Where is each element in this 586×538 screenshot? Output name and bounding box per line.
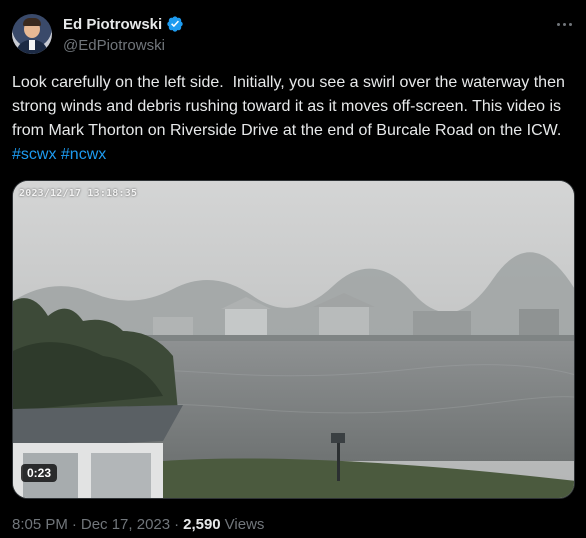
meta-separator-2: · xyxy=(174,516,180,533)
author-avatar[interactable] xyxy=(12,14,52,54)
views-label[interactable]: Views xyxy=(225,516,265,533)
tweet-meta: 8:05 PM · Dec 17, 2023 · 2,590 Views xyxy=(12,516,264,533)
tweet-card: Ed Piotrowski @EdPiotrowski Look careful… xyxy=(0,0,586,538)
camera-timestamp: 2023/12/17 13:18:35 xyxy=(19,188,138,199)
video-duration-badge: 0:23 xyxy=(21,464,58,482)
post-date[interactable]: Dec 17, 2023 xyxy=(81,516,170,533)
views-count[interactable]: 2,590 xyxy=(183,516,221,533)
author-display-name[interactable]: Ed Piotrowski xyxy=(63,16,162,33)
verified-badge-icon xyxy=(167,16,183,32)
hashtag-scwx[interactable]: #scwx xyxy=(12,146,56,163)
video-frame-image xyxy=(13,181,574,498)
video-player[interactable]: 2023/12/17 13:18:35 0:23 xyxy=(12,180,575,499)
tweet-body: Look carefully on the left side. Initial… xyxy=(12,74,570,139)
hashtag-ncwx[interactable]: #ncwx xyxy=(61,146,106,163)
meta-separator: · xyxy=(71,516,77,533)
author-handle[interactable]: @EdPiotrowski xyxy=(63,37,165,54)
more-options-icon[interactable] xyxy=(554,14,574,34)
post-time[interactable]: 8:05 PM xyxy=(12,516,68,533)
tweet-text: Look carefully on the left side. Initial… xyxy=(12,71,577,167)
author-name-row: Ed Piotrowski xyxy=(63,15,184,33)
